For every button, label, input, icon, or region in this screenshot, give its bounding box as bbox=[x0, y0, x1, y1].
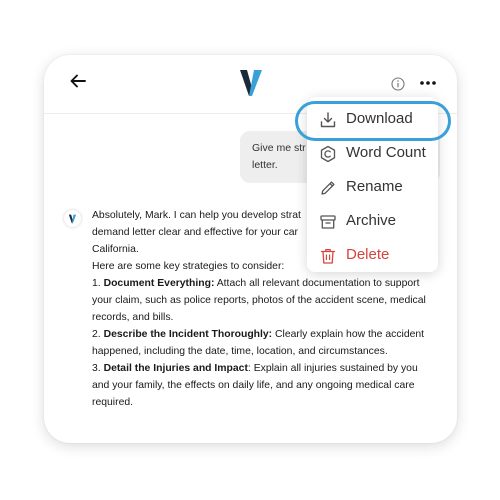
copyright-c-icon bbox=[320, 145, 336, 163]
menu-item-label: Word Count bbox=[346, 144, 426, 161]
brand-v-logo bbox=[68, 214, 77, 224]
info-circle-icon[interactable] bbox=[391, 77, 405, 91]
pencil-icon bbox=[321, 181, 335, 195]
menu-item-label: Delete bbox=[346, 246, 390, 263]
menu-item-rename[interactable]: Rename bbox=[307, 173, 438, 203]
strategy-title: Describe the Incident Thoroughly: bbox=[103, 329, 273, 340]
strategy-item: 1. Document Everything: Attach all relev… bbox=[92, 278, 426, 323]
menu-item-archive[interactable]: Archive bbox=[307, 207, 438, 237]
strategy-title: Detail the Injuries and Impact bbox=[103, 363, 248, 374]
more-horizontal-icon[interactable] bbox=[419, 76, 437, 90]
menu-item-label: Archive bbox=[346, 212, 397, 229]
menu-item-word-count[interactable]: Word Count bbox=[307, 139, 438, 169]
archive-box-icon bbox=[320, 215, 336, 229]
trash-icon bbox=[320, 248, 336, 264]
menu-item-delete[interactable]: Delete bbox=[307, 241, 438, 271]
menu-item-download[interactable]: Download bbox=[307, 105, 438, 135]
menu-item-label: Rename bbox=[346, 178, 403, 195]
menu-item-label: Download bbox=[346, 110, 413, 127]
more-options-menu: Download Word Count Rename Archive Delet… bbox=[307, 97, 438, 272]
strategy-title: Document Everything: bbox=[103, 278, 215, 289]
download-icon bbox=[320, 112, 336, 128]
arrow-left-icon[interactable] bbox=[68, 71, 88, 91]
strategy-item: 3. Detail the Injuries and Impact: Expla… bbox=[92, 363, 418, 408]
strategy-item: 2. Describe the Incident Thoroughly: Cle… bbox=[92, 329, 425, 357]
assistant-avatar bbox=[64, 210, 81, 227]
brand-v-logo bbox=[240, 70, 262, 96]
